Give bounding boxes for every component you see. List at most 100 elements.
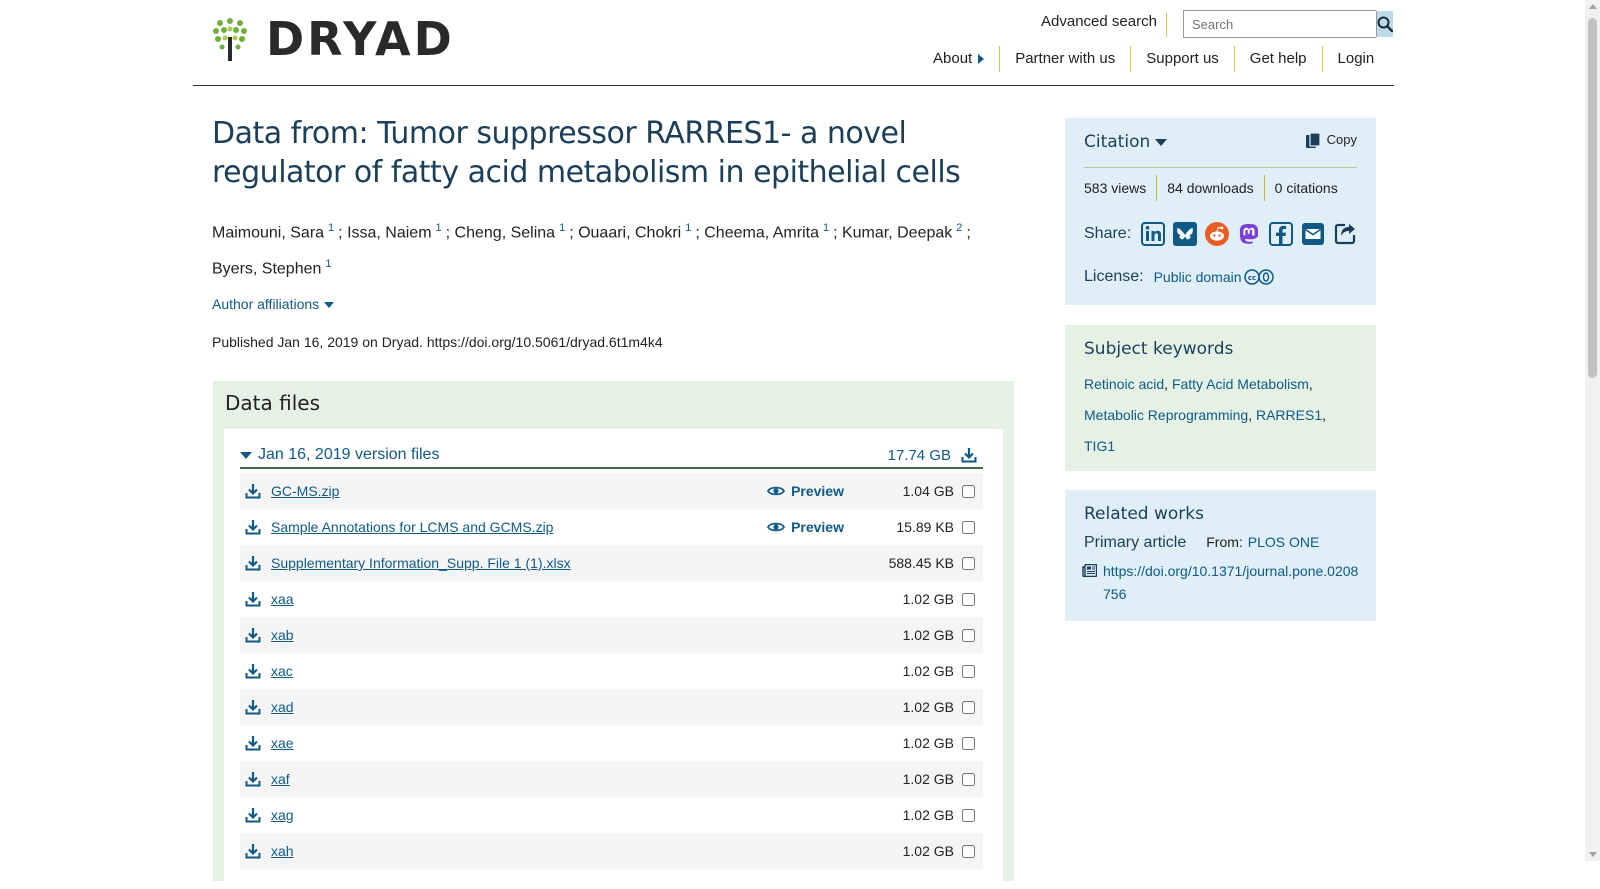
related-works-card: Related works Primary article From: PLOS… — [1065, 490, 1376, 621]
facebook-icon[interactable] — [1269, 222, 1294, 246]
nav-support[interactable]: Support us — [1130, 46, 1234, 72]
file-select-checkbox[interactable] — [962, 700, 975, 714]
linkedin-icon[interactable] — [1141, 222, 1166, 246]
keyword-link[interactable]: RARRES1 — [1256, 407, 1322, 423]
file-row: xag 1.02 GB — [240, 797, 983, 833]
file-select-checkbox[interactable] — [962, 592, 975, 606]
advanced-search-link[interactable]: Advanced search — [1041, 13, 1157, 30]
file-select-checkbox[interactable] — [962, 556, 975, 570]
file-select-checkbox[interactable] — [962, 664, 975, 678]
data-files-section: Data files Jan 16, 2019 version files 17… — [213, 381, 1014, 889]
file-name-link[interactable]: xaf — [271, 771, 874, 787]
keyword-link[interactable]: Retinoic acid — [1084, 376, 1164, 392]
file-select-checkbox[interactable] — [962, 808, 975, 822]
nav-partner[interactable]: Partner with us — [999, 46, 1130, 72]
preview-button[interactable]: Preview — [767, 519, 844, 535]
email-icon[interactable] — [1301, 222, 1325, 246]
file-name-link[interactable]: xad — [271, 699, 874, 715]
download-all-icon[interactable] — [961, 447, 977, 463]
mastodon-icon[interactable] — [1237, 222, 1261, 246]
related-doi-link[interactable]: https://doi.org/10.1371/journal.pone.020… — [1103, 560, 1362, 606]
file-size: 1.02 GB — [902, 699, 954, 715]
author-name: Kumar, Deepak — [841, 224, 953, 242]
download-icon — [245, 808, 261, 823]
file-name-link[interactable]: xag — [271, 807, 874, 823]
download-file-button[interactable] — [245, 807, 265, 823]
file-list: GC-MS.zip Preview 1.04 GB Sample Annotation… — [240, 473, 983, 869]
download-file-button[interactable] — [245, 771, 265, 787]
license-row: License: Public domain cc — [1084, 268, 1274, 286]
download-file-button[interactable] — [245, 591, 265, 607]
scroll-up-icon[interactable] — [1589, 4, 1597, 9]
logo-wordmark: DRYAD — [266, 12, 455, 66]
affiliation-link[interactable]: 1 — [823, 222, 829, 234]
file-name-link[interactable]: xae — [271, 735, 874, 751]
nav-login[interactable]: Login — [1321, 46, 1390, 72]
copy-citation-button[interactable]: Copy — [1305, 132, 1357, 167]
affiliation-link[interactable]: 1 — [328, 222, 334, 234]
search-button[interactable] — [1376, 11, 1393, 37]
file-size: 1.02 GB — [902, 807, 954, 823]
file-name-link[interactable]: GC-MS.zip — [271, 483, 767, 499]
file-name-link[interactable]: xah — [271, 843, 874, 859]
file-select-checkbox[interactable] — [962, 628, 975, 642]
download-file-button[interactable] — [245, 735, 265, 751]
download-icon — [245, 520, 261, 535]
file-name-link[interactable]: Supplementary Information_Supp. File 1 (… — [271, 555, 874, 571]
download-file-button[interactable] — [245, 663, 265, 679]
author-affiliations-toggle[interactable]: Author affiliations — [212, 296, 1012, 312]
journal-link[interactable]: PLOS ONE — [1248, 534, 1320, 550]
scroll-down-icon[interactable] — [1589, 852, 1597, 857]
download-file-button[interactable] — [245, 627, 265, 643]
download-file-button[interactable] — [245, 843, 265, 859]
download-icon — [245, 736, 261, 751]
preview-button[interactable]: Preview — [767, 483, 844, 499]
file-name-link[interactable]: xaa — [271, 591, 874, 607]
version-toggle[interactable]: Jan 16, 2019 version files 17.74 GB — [240, 443, 983, 469]
file-select-checkbox[interactable] — [962, 844, 975, 858]
download-icon — [245, 700, 261, 715]
affiliation-link[interactable]: 1 — [325, 258, 331, 270]
download-file-button[interactable] — [245, 555, 265, 571]
keyword-link[interactable]: Metabolic Reprogramming — [1084, 407, 1248, 423]
nav-get-help[interactable]: Get help — [1233, 46, 1322, 72]
nav-about[interactable]: About — [918, 46, 999, 72]
file-select-checkbox[interactable] — [962, 736, 975, 750]
page-title: Data from: Tumor suppressor RARRES1- a n… — [212, 116, 961, 190]
download-file-button[interactable] — [245, 519, 265, 535]
license-link[interactable]: Public domain — [1154, 269, 1242, 285]
file-row: xae 1.02 GB — [240, 725, 983, 761]
keyword-link[interactable]: TIG1 — [1084, 438, 1115, 454]
dryad-logo[interactable]: DRYAD — [212, 16, 455, 62]
citation-card: Citation Copy 583 views 84 downloads 0 c… — [1065, 118, 1376, 305]
file-select-checkbox[interactable] — [962, 484, 975, 498]
keyword-link[interactable]: Fatty Acid Metabolism — [1172, 376, 1309, 392]
bluesky-icon[interactable] — [1173, 222, 1198, 246]
download-file-button[interactable] — [245, 699, 265, 715]
file-name-link[interactable]: xac — [271, 663, 874, 679]
file-name-link[interactable]: xab — [271, 627, 874, 643]
affiliation-link[interactable]: 2 — [956, 222, 962, 234]
file-select-checkbox[interactable] — [962, 772, 975, 786]
nav-about-label: About — [933, 50, 973, 67]
download-file-button[interactable] — [245, 483, 265, 499]
author-name: Ouaari, Chokri — [578, 224, 682, 242]
reddit-icon[interactable] — [1205, 222, 1230, 246]
share-icon[interactable] — [1333, 222, 1357, 246]
search-input[interactable] — [1184, 11, 1376, 37]
preview-label: Preview — [791, 519, 844, 535]
file-name-link[interactable]: Sample Annotations for LCMS and GCMS.zip — [271, 519, 767, 535]
file-size: 1.02 GB — [902, 663, 954, 679]
affiliation-link[interactable]: 1 — [559, 222, 565, 234]
affiliation-link[interactable]: 1 — [685, 222, 691, 234]
author-name: Cheng, Selina — [454, 224, 556, 242]
file-size: 1.02 GB — [902, 735, 954, 751]
related-doi-row: https://doi.org/10.1371/journal.pone.020… — [1082, 560, 1362, 606]
version-size: 17.74 GB — [887, 446, 951, 464]
affiliation-link[interactable]: 1 — [436, 222, 442, 234]
page-scrollbar[interactable] — [1585, 0, 1600, 861]
keywords-title: Subject keywords — [1084, 339, 1234, 359]
file-select-checkbox[interactable] — [962, 520, 975, 534]
scrollbar-thumb[interactable] — [1588, 18, 1597, 378]
citation-toggle[interactable]: Citation — [1084, 132, 1305, 167]
